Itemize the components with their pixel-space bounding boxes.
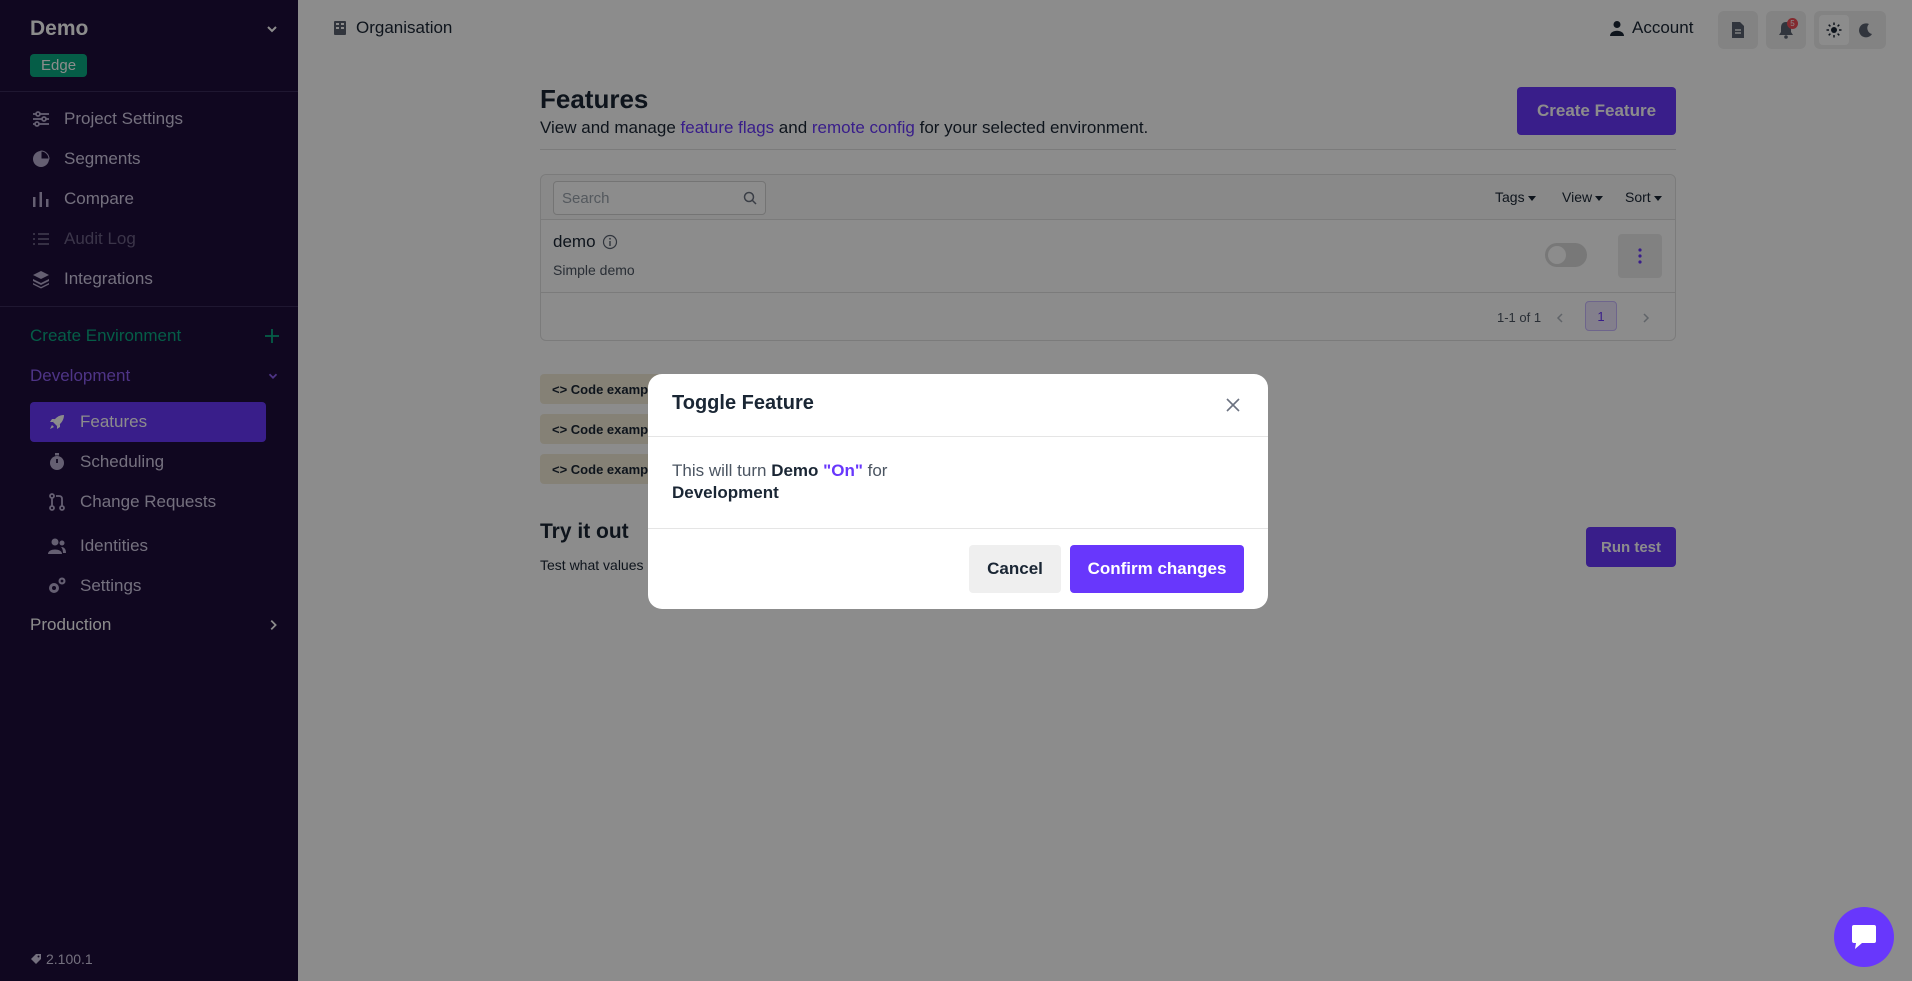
message-text: This will turn <box>672 461 772 480</box>
close-icon <box>1226 398 1240 412</box>
confirm-changes-button[interactable]: Confirm changes <box>1070 545 1244 593</box>
message-text: for <box>862 461 888 480</box>
divider <box>648 528 1268 529</box>
modal-title: Toggle Feature <box>672 392 814 414</box>
toggle-feature-modal: Toggle Feature This will turn Demo "On" … <box>648 374 1268 609</box>
divider <box>648 436 1268 437</box>
environment-name: Development <box>672 483 779 502</box>
modal-message: This will turn Demo "On" for Development <box>672 460 972 504</box>
target-state: "On" <box>823 461 863 480</box>
close-button[interactable] <box>1222 394 1244 416</box>
chat-button[interactable] <box>1834 907 1894 967</box>
feature-name: Demo <box>771 461 819 480</box>
chat-icon <box>1852 925 1876 949</box>
cancel-button[interactable]: Cancel <box>969 545 1061 593</box>
